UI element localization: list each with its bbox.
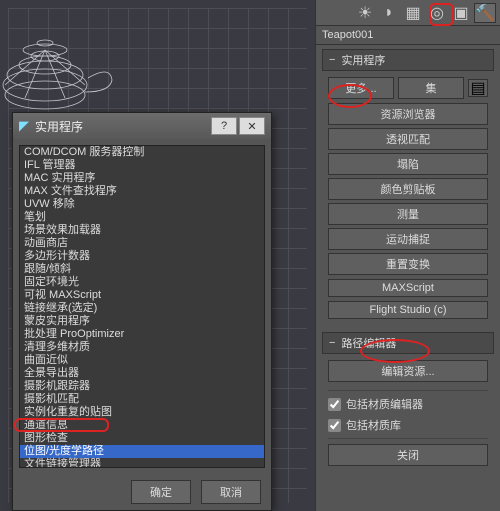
include-mat-lib-checkbox[interactable]: 包括材质库: [328, 417, 488, 433]
close-button[interactable]: 关闭: [328, 444, 488, 466]
list-item[interactable]: 曲面近似: [20, 354, 264, 367]
list-item[interactable]: 场景效果加载器: [20, 224, 264, 237]
checkbox-label: 包括材质编辑器: [346, 396, 423, 412]
utility-button[interactable]: 重置变换: [328, 253, 488, 275]
rollout-title: 实用程序: [341, 52, 385, 68]
list-item[interactable]: COM/DCOM 服务器控制: [20, 146, 264, 159]
list-item[interactable]: 文件链接管理器: [20, 458, 264, 468]
list-item[interactable]: 全景导出器: [20, 367, 264, 380]
list-item[interactable]: 跟随/倾斜: [20, 263, 264, 276]
list-item[interactable]: MAX 文件查找程序: [20, 185, 264, 198]
utilities-rollout: −实用程序 更多... 集 ▤ 资源浏览器透视匹配塌陷颜色剪贴板测量运动捕捉重置…: [322, 49, 494, 328]
list-item[interactable]: 可视 MAXScript: [20, 289, 264, 302]
close-icon[interactable]: ✕: [239, 117, 265, 135]
app-logo-icon: ◤: [19, 118, 29, 134]
list-item[interactable]: MAC 实用程序: [20, 172, 264, 185]
tab-icon[interactable]: ▣: [450, 3, 472, 23]
list-item[interactable]: 清理多维材质: [20, 341, 264, 354]
list-item[interactable]: 动画商店: [20, 237, 264, 250]
panel-tabs: ☀ ◗ ▦ ◎ ▣ 🔨: [316, 0, 500, 26]
dialog-title: 实用程序: [35, 118, 83, 135]
list-item[interactable]: 通道信息: [20, 419, 264, 432]
include-mat-editor-checkbox[interactable]: 包括材质编辑器: [328, 396, 488, 412]
rollout-title: 路径编辑器: [341, 335, 396, 351]
utility-button[interactable]: 运动捕捉: [328, 228, 488, 250]
utility-button[interactable]: 颜色剪贴板: [328, 178, 488, 200]
sets-button[interactable]: 集: [398, 77, 464, 99]
path-editor-rollout: −路径编辑器 编辑资源... 包括材质编辑器 包括材质库 关闭: [322, 332, 494, 475]
utility-button[interactable]: 透视匹配: [328, 128, 488, 150]
rollout-header[interactable]: −实用程序: [322, 49, 494, 71]
edit-resource-button[interactable]: 编辑资源...: [328, 360, 488, 382]
list-item[interactable]: 位图/光度学路径: [20, 445, 264, 458]
tab-icon[interactable]: ☀: [354, 3, 376, 23]
utility-button[interactable]: 塌陷: [328, 153, 488, 175]
list-item[interactable]: 实例化重复的贴图: [20, 406, 264, 419]
config-icon[interactable]: ▤: [468, 79, 488, 97]
help-button[interactable]: ?: [211, 117, 237, 135]
list-item[interactable]: 多边形计数器: [20, 250, 264, 263]
utilities-tab-icon[interactable]: 🔨: [474, 3, 496, 23]
list-item[interactable]: 批处理 ProOptimizer: [20, 328, 264, 341]
utility-button[interactable]: 资源浏览器: [328, 103, 488, 125]
teapot-wireframe: [0, 30, 120, 120]
tab-icon[interactable]: ▦: [402, 3, 424, 23]
list-item[interactable]: 摄影机跟踪器: [20, 380, 264, 393]
utility-button[interactable]: Flight Studio (c): [328, 301, 488, 319]
list-item[interactable]: 固定环境光: [20, 276, 264, 289]
command-panel: ☀ ◗ ▦ ◎ ▣ 🔨 Teapot001 −实用程序 更多... 集 ▤ 资源…: [315, 0, 500, 511]
list-item[interactable]: 链接继承(选定): [20, 302, 264, 315]
ok-button[interactable]: 确定: [131, 480, 191, 504]
dialog-titlebar[interactable]: ◤ 实用程序 ? ✕: [13, 113, 271, 139]
object-name: Teapot001: [316, 26, 500, 45]
utility-button[interactable]: MAXScript: [328, 279, 488, 297]
checkbox-label: 包括材质库: [346, 417, 401, 433]
list-item[interactable]: 摄影机匹配: [20, 393, 264, 406]
list-item[interactable]: 笔划: [20, 211, 264, 224]
list-item[interactable]: 蒙皮实用程序: [20, 315, 264, 328]
tab-icon[interactable]: ◎: [426, 3, 448, 23]
list-item[interactable]: UVW 移除: [20, 198, 264, 211]
utility-button[interactable]: 测量: [328, 203, 488, 225]
list-item[interactable]: 图形检查: [20, 432, 264, 445]
tab-icon[interactable]: ◗: [378, 3, 400, 23]
rollout-header[interactable]: −路径编辑器: [322, 332, 494, 354]
cancel-button[interactable]: 取消: [201, 480, 261, 504]
utilities-dialog: ◤ 实用程序 ? ✕ COM/DCOM 服务器控制IFL 管理器MAC 实用程序…: [12, 112, 272, 511]
utilities-listbox[interactable]: COM/DCOM 服务器控制IFL 管理器MAC 实用程序MAX 文件查找程序U…: [19, 145, 265, 468]
more-button[interactable]: 更多...: [328, 77, 394, 99]
list-item[interactable]: IFL 管理器: [20, 159, 264, 172]
